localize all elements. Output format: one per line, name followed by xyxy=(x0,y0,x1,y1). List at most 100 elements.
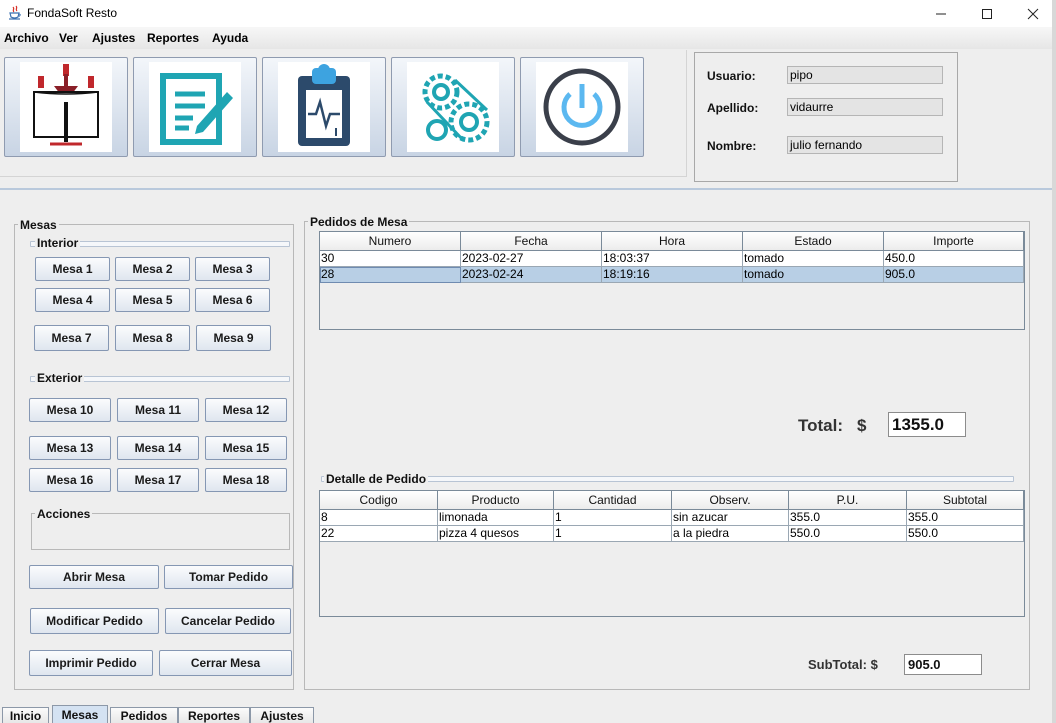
mesa-4-button[interactable]: Mesa 4 xyxy=(35,288,110,312)
menu-archivo[interactable]: Archivo xyxy=(4,31,49,45)
mesa-3-button[interactable]: Mesa 3 xyxy=(195,257,270,281)
mesa-15-button[interactable]: Mesa 15 xyxy=(205,436,287,460)
interior-title: Interior xyxy=(35,236,81,250)
mesa-7-button[interactable]: Mesa 7 xyxy=(34,325,109,351)
col-numero-header[interactable]: Numero xyxy=(320,232,461,251)
menu-ver[interactable]: Ver xyxy=(59,31,78,45)
col-fecha-header[interactable]: Fecha xyxy=(461,232,602,251)
cancelar-pedido-button[interactable]: Cancelar Pedido xyxy=(165,608,291,634)
mesa-18-button[interactable]: Mesa 18 xyxy=(205,468,287,492)
cell-numero: 30 xyxy=(320,251,461,267)
tab-pedidos[interactable]: Pedidos xyxy=(110,707,178,723)
cell-hora: 18:19:16 xyxy=(602,267,743,283)
mesa-10-button[interactable]: Mesa 10 xyxy=(29,398,111,422)
detalle-title: Detalle de Pedido xyxy=(324,472,429,486)
menu-reportes[interactable]: Reportes xyxy=(147,31,199,45)
col-estado-header[interactable]: Estado xyxy=(743,232,884,251)
col-cantidad-header[interactable]: Cantidad xyxy=(554,491,672,510)
col-producto-header[interactable]: Producto xyxy=(438,491,554,510)
cerrar-mesa-button[interactable]: Cerrar Mesa xyxy=(159,650,292,676)
cell-codigo: 22 xyxy=(320,526,438,542)
tab-ajustes[interactable]: Ajustes xyxy=(250,707,314,723)
mesa-14-button[interactable]: Mesa 14 xyxy=(117,436,199,460)
window-right-edge xyxy=(1052,0,1056,723)
mesa-1-button[interactable]: Mesa 1 xyxy=(35,257,110,281)
menu-ayuda[interactable]: Ayuda xyxy=(212,31,248,45)
mesa-6-button[interactable]: Mesa 6 xyxy=(195,288,270,312)
toolbar-ajustes-button[interactable] xyxy=(391,57,515,157)
tab-reportes[interactable]: Reportes xyxy=(178,707,250,723)
cell-observ: sin azucar xyxy=(672,510,789,526)
cell-codigo: 8 xyxy=(320,510,438,526)
pedidos-table-header: Numero Fecha Hora Estado Importe xyxy=(320,232,1024,251)
col-importe-header[interactable]: Importe xyxy=(884,232,1024,251)
col-hora-header[interactable]: Hora xyxy=(602,232,743,251)
cell-numero: 28 xyxy=(320,267,461,283)
toolbar-mesas-button[interactable] xyxy=(4,57,128,157)
window-title: FondaSoft Resto xyxy=(27,6,118,20)
apellido-label: Apellido: xyxy=(707,101,759,115)
mesa-8-button[interactable]: Mesa 8 xyxy=(115,325,190,351)
col-observ-header[interactable]: Observ. xyxy=(672,491,789,510)
detalle-table: Codigo Producto Cantidad Observ. P.U. Su… xyxy=(319,490,1025,617)
mesa-5-button[interactable]: Mesa 5 xyxy=(115,288,190,312)
cell-cantidad: 1 xyxy=(554,526,672,542)
cell-cantidad: 1 xyxy=(554,510,672,526)
mesas-icon xyxy=(33,64,99,146)
detalle-table-header: Codigo Producto Cantidad Observ. P.U. Su… xyxy=(320,491,1024,510)
tomar-pedido-button[interactable]: Tomar Pedido xyxy=(164,565,293,589)
table-row[interactable]: 30 2023-02-27 18:03:37 tomado 450.0 xyxy=(320,251,1024,267)
cell-pu: 550.0 xyxy=(789,526,907,542)
tab-mesas[interactable]: Mesas xyxy=(52,705,108,723)
mesa-12-button[interactable]: Mesa 12 xyxy=(205,398,287,422)
abrir-mesa-button[interactable]: Abrir Mesa xyxy=(29,565,159,589)
total-currency: $ xyxy=(857,416,867,435)
cell-observ: a la piedra xyxy=(672,526,789,542)
nombre-label: Nombre: xyxy=(707,139,757,153)
tab-inicio[interactable]: Inicio xyxy=(2,707,49,723)
cell-producto: limonada xyxy=(438,510,554,526)
cell-subtotal: 355.0 xyxy=(907,510,1024,526)
cell-pu: 355.0 xyxy=(789,510,907,526)
cell-producto: pizza 4 quesos xyxy=(438,526,554,542)
mesa-16-button[interactable]: Mesa 16 xyxy=(29,468,111,492)
table-row[interactable]: 8 limonada 1 sin azucar 355.0 355.0 xyxy=(320,510,1024,526)
imprimir-pedido-button[interactable]: Imprimir Pedido xyxy=(29,650,153,676)
table-row[interactable]: 22 pizza 4 quesos 1 a la piedra 550.0 55… xyxy=(320,526,1024,542)
cell-fecha: 2023-02-27 xyxy=(461,251,602,267)
title-bar xyxy=(0,0,1056,27)
close-button[interactable] xyxy=(1010,0,1056,27)
mesa-2-button[interactable]: Mesa 2 xyxy=(115,257,190,281)
minimize-button[interactable] xyxy=(918,0,964,27)
mesa-11-button[interactable]: Mesa 11 xyxy=(117,398,199,422)
mesa-13-button[interactable]: Mesa 13 xyxy=(29,436,111,460)
apellido-field: vidaurre xyxy=(787,98,943,116)
menu-ajustes[interactable]: Ajustes xyxy=(92,31,135,45)
toolbar-salir-button[interactable] xyxy=(520,57,644,157)
maximize-icon xyxy=(982,8,992,19)
menu-bar: Archivo Ver Ajustes Reportes Ayuda xyxy=(0,27,1056,49)
cell-hora: 18:03:37 xyxy=(602,251,743,267)
subtotal-field: 905.0 xyxy=(904,654,982,675)
java-app-icon xyxy=(9,5,21,20)
col-codigo-header[interactable]: Codigo xyxy=(320,491,438,510)
col-subtotal-header[interactable]: Subtotal xyxy=(907,491,1024,510)
maximize-button[interactable] xyxy=(964,0,1010,27)
total-field: 1355.0 xyxy=(888,412,966,437)
mesa-17-button[interactable]: Mesa 17 xyxy=(117,468,199,492)
power-icon xyxy=(543,68,621,146)
pedidos-title: Pedidos de Mesa xyxy=(308,215,410,229)
nombre-field: julio fernando xyxy=(787,136,943,154)
modificar-pedido-button[interactable]: Modificar Pedido xyxy=(30,608,159,634)
table-row-selected[interactable]: 28 2023-02-24 18:19:16 tomado 905.0 xyxy=(320,267,1024,283)
usuario-label: Usuario: xyxy=(707,69,756,83)
cell-fecha: 2023-02-24 xyxy=(461,267,602,283)
toolbar-pedido-image xyxy=(149,62,241,152)
col-pu-header[interactable]: P.U. xyxy=(789,491,907,510)
toolbar-reporte-image xyxy=(278,62,370,152)
toolbar-ajustes-image xyxy=(407,62,499,152)
mesa-9-button[interactable]: Mesa 9 xyxy=(196,325,271,351)
toolbar-reporte-button[interactable] xyxy=(262,57,386,157)
pedidos-table: Numero Fecha Hora Estado Importe 30 2023… xyxy=(319,231,1025,330)
toolbar-pedido-button[interactable] xyxy=(133,57,257,157)
